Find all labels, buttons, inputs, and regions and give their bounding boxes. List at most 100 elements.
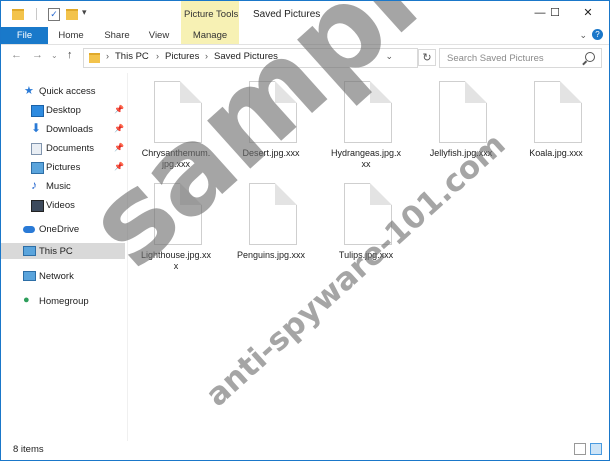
- folder-icon: [89, 53, 100, 63]
- breadcrumb-separator: ›: [156, 51, 159, 61]
- properties-icon[interactable]: ✓: [48, 8, 60, 21]
- sidebar-item-pictures[interactable]: Pictures 📌: [1, 159, 125, 175]
- navigation-pane: ★ Quick access Desktop 📌 ⬇ Downloads 📌 D…: [1, 73, 127, 441]
- sidebar-item-downloads[interactable]: ⬇ Downloads 📌: [1, 121, 125, 137]
- recent-locations-icon[interactable]: ⌄: [51, 51, 58, 60]
- onedrive-icon: [23, 226, 35, 233]
- pin-icon[interactable]: 📌: [114, 124, 124, 133]
- file-item[interactable]: Jellyfish.jpg.xxx: [416, 81, 506, 181]
- file-name: Lighthouse.jpg.xx x: [140, 250, 212, 271]
- sidebar-item-label: Quick access: [39, 86, 96, 97]
- download-icon: ⬇: [31, 121, 42, 135]
- file-item[interactable]: Desert.jpg.xxx: [226, 81, 316, 181]
- maximize-button[interactable]: ☐: [541, 5, 569, 21]
- file-name: Chrysanthemum. jpg.xxx: [141, 148, 211, 169]
- tab-file[interactable]: File: [1, 27, 48, 44]
- desktop-icon: [31, 105, 44, 117]
- breadcrumb-pictures[interactable]: Pictures: [165, 51, 199, 62]
- search-box[interactable]: Search Saved Pictures: [439, 48, 602, 68]
- sidebar-item-label: This PC: [39, 246, 73, 257]
- tab-manage[interactable]: Manage: [181, 27, 239, 44]
- tab-view[interactable]: View: [141, 27, 177, 44]
- breadcrumb-this-pc[interactable]: This PC: [115, 51, 149, 62]
- search-input[interactable]: Search Saved Pictures: [447, 53, 544, 64]
- new-folder-icon[interactable]: [66, 9, 78, 20]
- file-name: Desert.jpg.xxx: [242, 148, 300, 158]
- ribbon-tabs: File Home Share View Manage ⌄ ?: [1, 27, 609, 45]
- tab-share[interactable]: Share: [97, 27, 137, 44]
- sidebar-item-this-pc[interactable]: This PC: [1, 243, 125, 259]
- file-name: Koala.jpg.xxx: [529, 148, 583, 158]
- item-count: 8 items: [13, 444, 44, 455]
- file-item[interactable]: Chrysanthemum. jpg.xxx: [131, 81, 221, 181]
- navigation-bar: ← → ⌄ ↑ › This PC › Pictures › Saved Pic…: [1, 45, 609, 69]
- explorer-window: ✓ ▾ Picture Tools Saved Pictures — ☐ ✕ F…: [0, 0, 610, 461]
- tab-home[interactable]: Home: [51, 27, 91, 44]
- file-item[interactable]: Lighthouse.jpg.xx x: [131, 183, 221, 283]
- file-item[interactable]: Hydrangeas.jpg.x xx: [321, 81, 411, 181]
- star-icon: ★: [24, 85, 34, 97]
- window-title: Saved Pictures: [253, 9, 321, 20]
- file-name: Jellyfish.jpg.xxx: [429, 148, 493, 158]
- address-dropdown-icon[interactable]: ⌄: [385, 51, 393, 62]
- music-icon: ♪: [31, 178, 37, 192]
- file-name: Tulips.jpg.xxx: [338, 250, 394, 260]
- toolbar-divider: [36, 8, 37, 20]
- file-item[interactable]: Koala.jpg.xxx: [511, 81, 601, 181]
- pane-divider[interactable]: [127, 73, 128, 441]
- file-icon: [154, 81, 202, 143]
- sidebar-item-label: Downloads: [46, 124, 93, 135]
- address-bar[interactable]: › This PC › Pictures › Saved Pictures ⌄: [83, 48, 418, 68]
- picture-tools-label: Picture Tools: [184, 9, 239, 20]
- file-icon: [249, 183, 297, 245]
- sidebar-item-network[interactable]: Network: [1, 268, 125, 284]
- sidebar-item-label: Desktop: [46, 105, 81, 116]
- large-icons-view-icon[interactable]: [590, 443, 602, 455]
- back-button[interactable]: ←: [11, 49, 22, 61]
- file-icon: [249, 81, 297, 143]
- search-icon: [585, 52, 595, 62]
- customize-toolbar-icon[interactable]: ▾: [82, 7, 87, 18]
- videos-icon: [31, 200, 44, 212]
- close-button[interactable]: ✕: [574, 5, 602, 21]
- quick-access-toolbar: ✓ ▾: [12, 7, 102, 21]
- forward-button[interactable]: →: [32, 49, 43, 61]
- refresh-button[interactable]: ↻: [418, 49, 436, 66]
- details-view-icon[interactable]: [574, 443, 586, 455]
- pin-icon[interactable]: 📌: [114, 162, 124, 171]
- up-button[interactable]: ↑: [67, 49, 73, 61]
- sidebar-item-documents[interactable]: Documents 📌: [1, 140, 125, 156]
- sidebar-item-quick-access[interactable]: ★ Quick access: [1, 83, 125, 99]
- status-bar: 8 items: [1, 441, 609, 460]
- sidebar-item-label: Videos: [46, 200, 75, 211]
- sidebar-item-label: Homegroup: [39, 296, 89, 307]
- sidebar-item-label: Documents: [46, 143, 95, 154]
- sidebar-item-label: OneDrive: [39, 224, 80, 235]
- file-item[interactable]: Tulips.jpg.xxx: [321, 183, 411, 283]
- expand-ribbon-icon[interactable]: ⌄: [579, 30, 587, 41]
- sidebar-item-desktop[interactable]: Desktop 📌: [1, 102, 125, 118]
- pin-icon[interactable]: 📌: [114, 143, 124, 152]
- file-icon: [344, 81, 392, 143]
- help-icon[interactable]: ?: [592, 29, 603, 40]
- file-icon: [534, 81, 582, 143]
- homegroup-icon: ●: [23, 294, 30, 306]
- file-icon: [154, 183, 202, 245]
- sidebar-item-onedrive[interactable]: OneDrive: [1, 221, 125, 237]
- sidebar-item-music[interactable]: ♪ Music: [1, 178, 125, 194]
- pin-icon[interactable]: 📌: [114, 105, 124, 114]
- file-name: Hydrangeas.jpg.x xx: [330, 148, 402, 169]
- file-icon: [439, 81, 487, 143]
- breadcrumb-saved-pictures[interactable]: Saved Pictures: [214, 51, 278, 62]
- sidebar-item-homegroup[interactable]: ● Homegroup: [1, 293, 125, 309]
- file-item[interactable]: Penguins.jpg.xxx: [226, 183, 316, 283]
- pictures-icon: [31, 162, 44, 174]
- file-icon: [344, 183, 392, 245]
- folder-icon: [12, 9, 24, 20]
- title-bar: ✓ ▾ Picture Tools Saved Pictures — ☐ ✕: [1, 1, 609, 27]
- sidebar-item-videos[interactable]: Videos: [1, 197, 125, 213]
- sidebar-item-label: Pictures: [46, 162, 81, 173]
- file-name: Penguins.jpg.xxx: [236, 250, 306, 260]
- documents-icon: [31, 143, 42, 155]
- pc-icon: [23, 246, 36, 256]
